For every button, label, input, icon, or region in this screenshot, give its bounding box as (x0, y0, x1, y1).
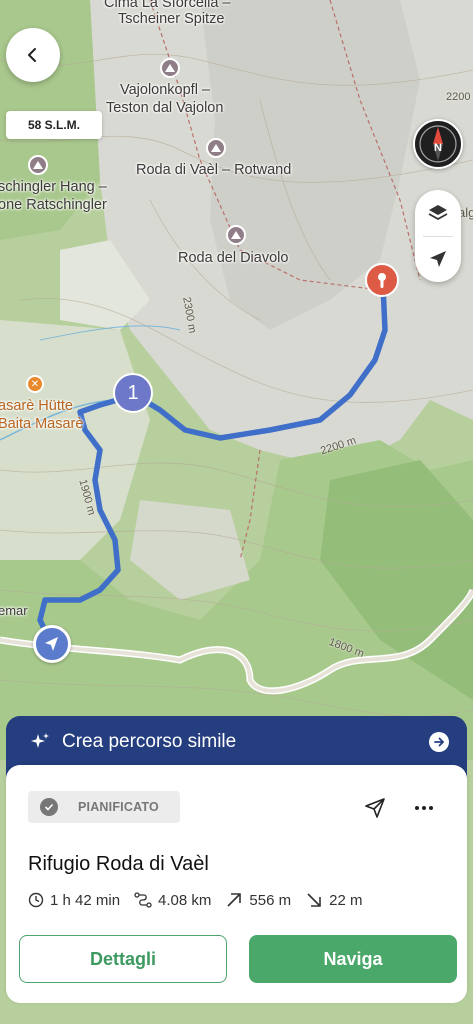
descent-value: 22 m (329, 891, 363, 909)
peak-label-ratschingler: schingler Hang – (0, 179, 107, 195)
arrow-down-right-icon (307, 893, 321, 907)
peak-label-roda-del-diavolo: Roda del Diavolo (178, 250, 289, 266)
peak-label-vajolonkopfl-2: Teston dal Vajolon (106, 100, 224, 116)
more-button[interactable] (410, 795, 438, 821)
duration-value: 1 h 42 min (50, 891, 121, 909)
locate-button[interactable] (415, 236, 461, 282)
sparkle-icon (31, 733, 49, 748)
navigate-button[interactable]: Naviga (249, 935, 457, 983)
map-controls (415, 190, 461, 282)
current-location-icon[interactable] (33, 625, 71, 663)
svg-text:N: N (434, 142, 442, 154)
waypoint-marker[interactable]: 1 (113, 373, 153, 413)
more-horizontal-icon (415, 806, 433, 810)
check-circle-icon (40, 798, 58, 816)
layers-button[interactable] (415, 190, 461, 236)
mountain-peak-icon (206, 138, 226, 158)
chevron-left-icon (28, 48, 36, 62)
route-icon (134, 892, 152, 908)
share-button[interactable] (362, 795, 388, 821)
hut-label-2: Baita Masarè (0, 416, 84, 432)
duration-stat: 1 h 42 min (28, 892, 120, 909)
similar-route-label: Crea percorso simile (62, 731, 237, 752)
share-icon (365, 798, 385, 818)
mountain-peak-icon (226, 225, 246, 245)
compass-icon: N (419, 125, 457, 163)
peak-label-roda-di-vael: Roda di Vaèl – Rotwand (136, 162, 292, 178)
layers-icon (428, 205, 448, 221)
altitude-badge: 58 S.L.M. (6, 111, 102, 139)
route-card: PIANIFICATO Rifugio Roda di Vaèl 1 h 42 … (6, 765, 467, 1003)
status-text: PIANIFICATO (78, 800, 159, 814)
route-stats: 1 h 42 min 4.08 km 556 m 22 m (28, 891, 376, 909)
ascent-value: 556 m (249, 891, 292, 909)
peak-label-sforcella-2: Tscheiner Spitze (118, 11, 225, 27)
details-button[interactable]: Dettagli (19, 935, 227, 983)
peak-label-vajolonkopfl: Vajolonkopfl – (120, 82, 211, 98)
peak-label-ratschingler-2: one Ratschingler (0, 197, 107, 213)
distance-stat: 4.08 km (134, 892, 211, 909)
distance-value: 4.08 km (158, 891, 212, 909)
contour-label: 2200 (446, 91, 471, 103)
mountain-peak-icon (28, 155, 48, 175)
hut-label: asarè Hütte (0, 398, 73, 414)
clock-icon (28, 892, 44, 908)
mountain-peak-icon (160, 58, 180, 78)
status-badge: PIANIFICATO (28, 791, 180, 823)
restaurant-icon: ✕ (26, 375, 44, 393)
back-button[interactable] (6, 28, 60, 82)
divider (423, 236, 453, 237)
arrow-up-right-icon (227, 893, 242, 907)
compass-button[interactable]: N (413, 119, 463, 169)
route-title: Rifugio Roda di Vaèl (28, 853, 209, 875)
descent-stat: 22 m (305, 891, 362, 909)
place-label: emar (0, 603, 28, 618)
ascent-stat: 556 m (225, 891, 291, 909)
arrow-right-icon (429, 732, 449, 752)
destination-pin-icon[interactable] (364, 262, 400, 307)
navigation-arrow-icon (430, 251, 446, 267)
